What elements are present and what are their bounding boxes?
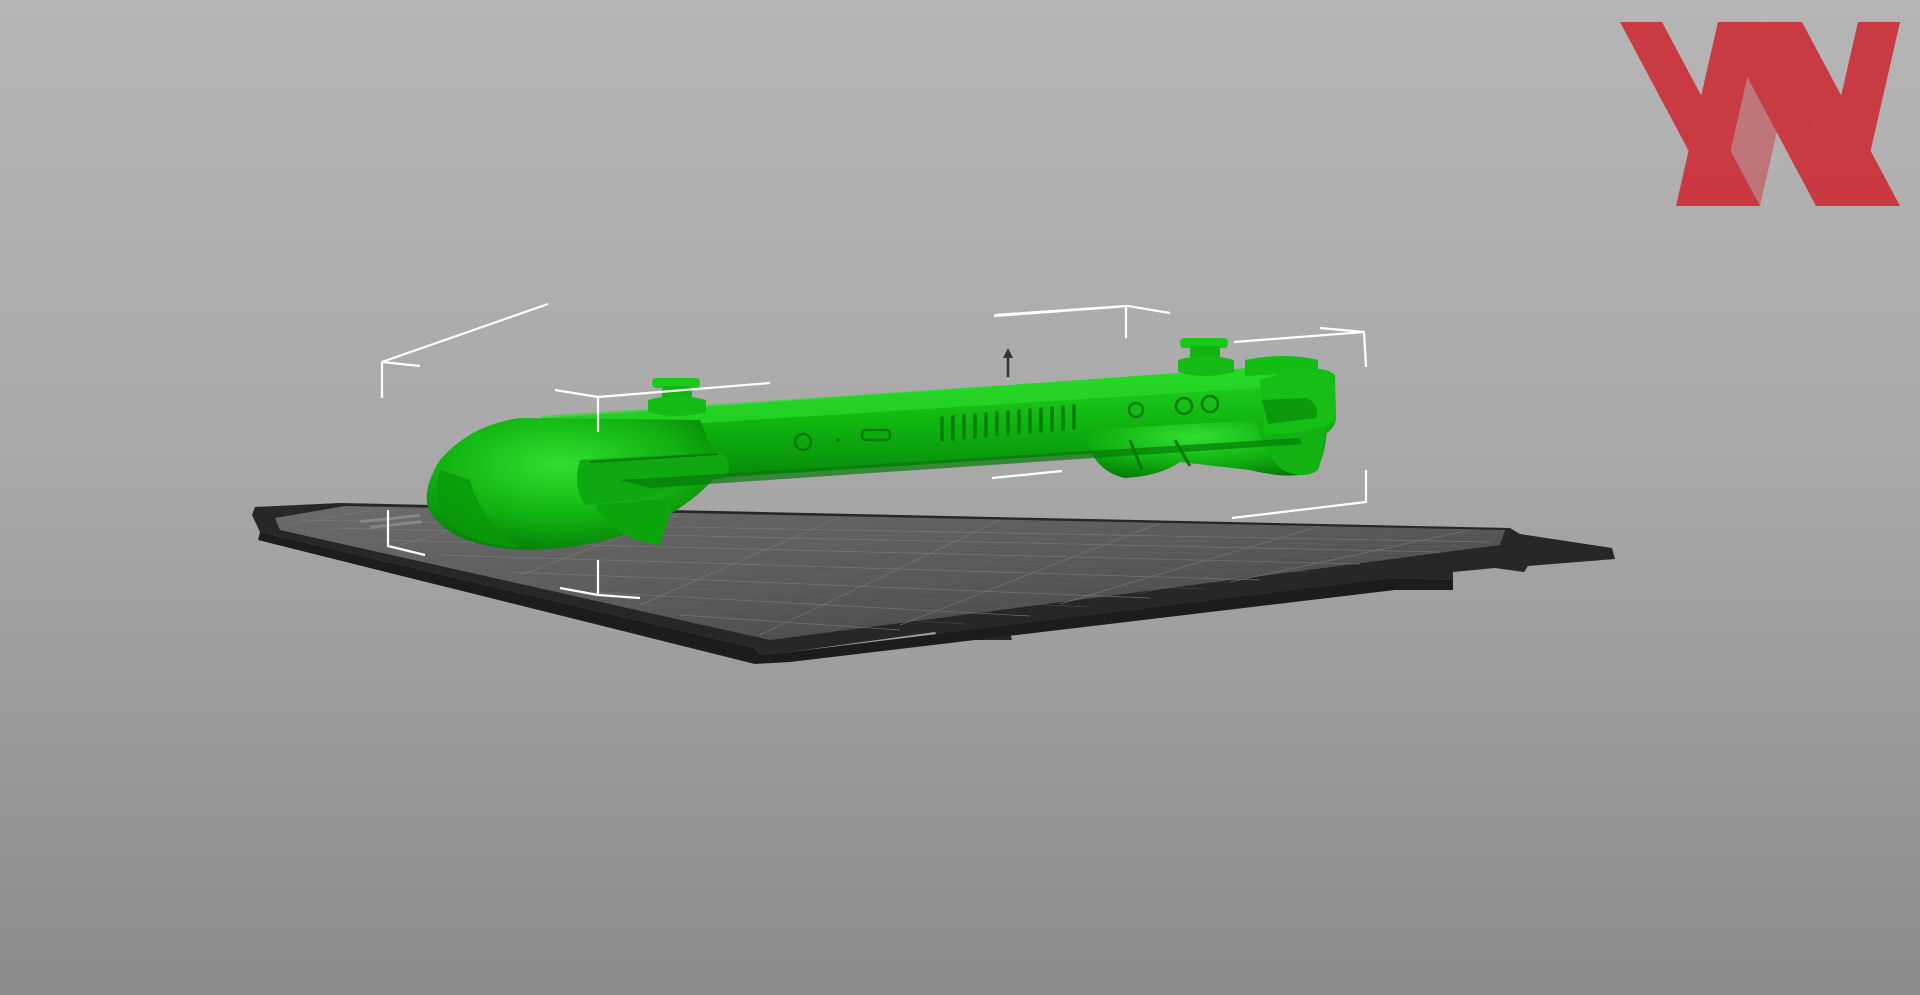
up-arrow-icon[interactable] [1003,348,1013,377]
3d-viewport[interactable] [0,0,1920,995]
xx-logo-icon [1620,22,1900,206]
